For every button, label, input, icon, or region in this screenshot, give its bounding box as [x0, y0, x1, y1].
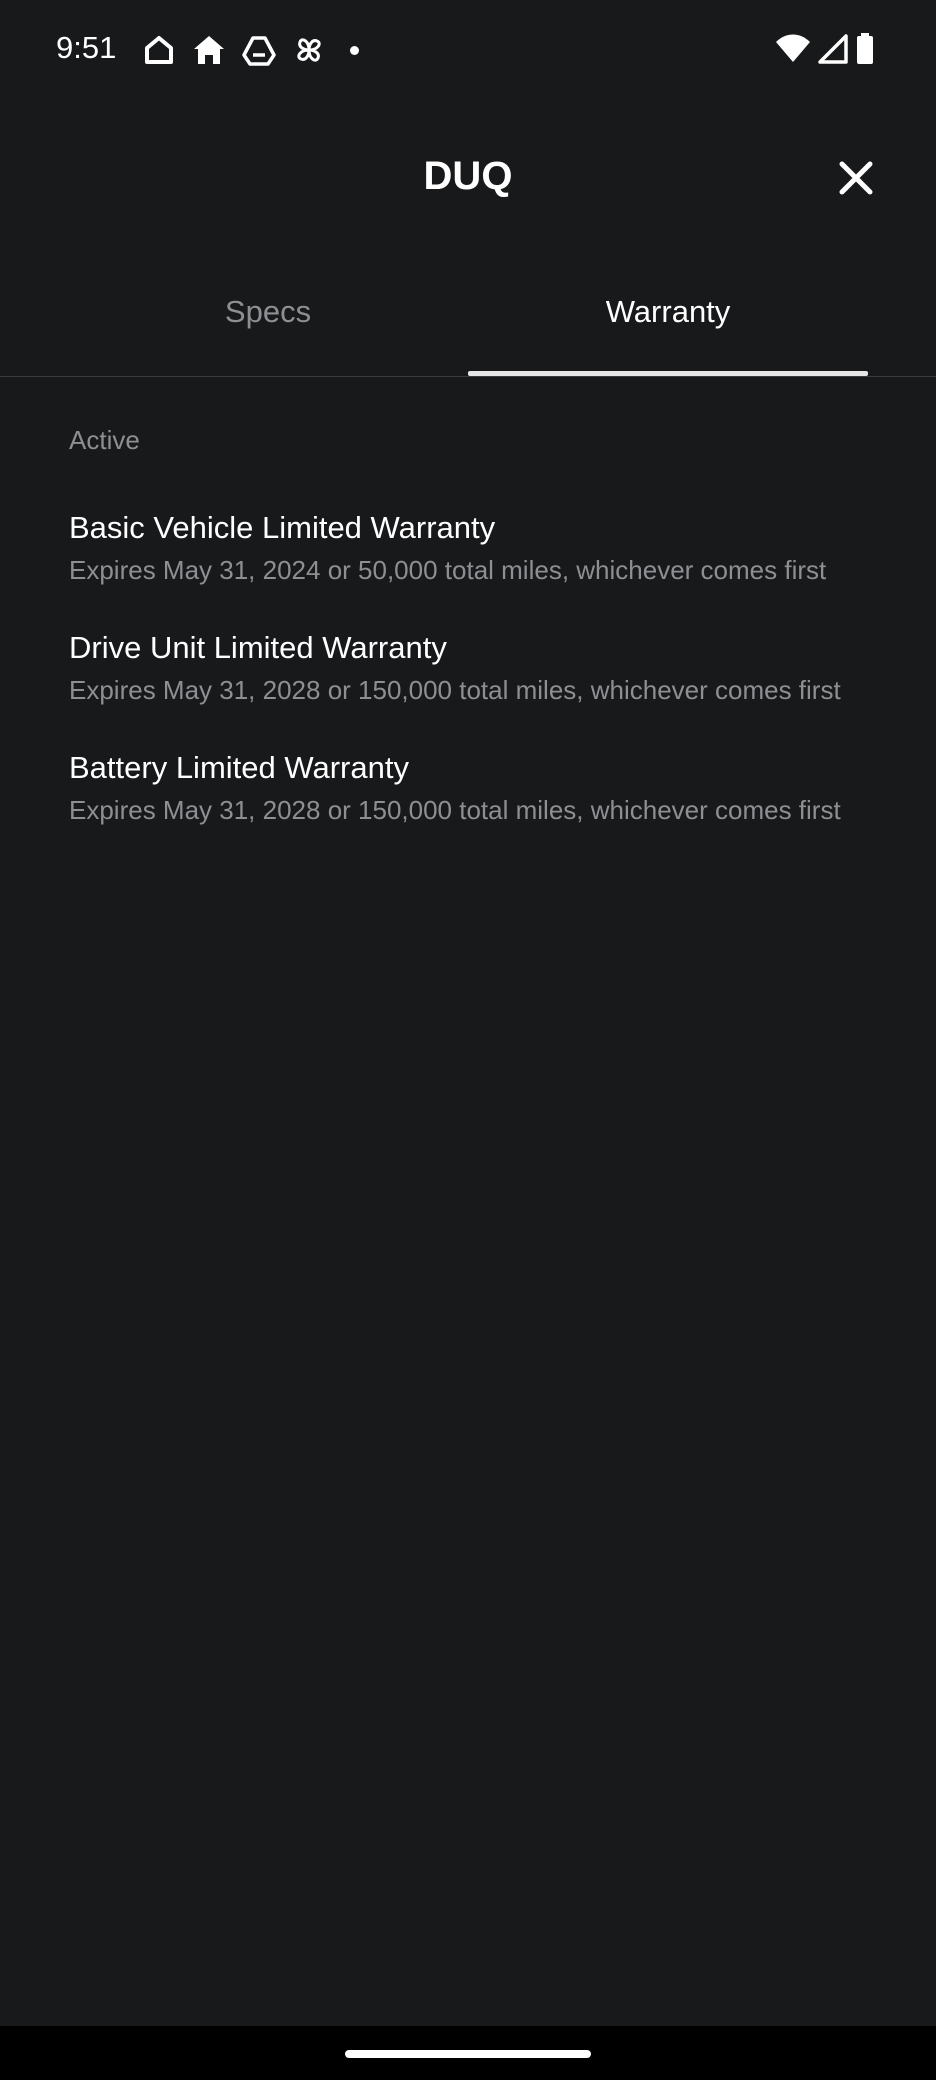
warranty-list: Active Basic Vehicle Limited Warranty Ex… — [69, 420, 869, 868]
tab-warranty-label: Warranty — [605, 294, 731, 329]
tab-warranty[interactable]: Warranty — [468, 270, 868, 376]
warranty-description: Expires May 31, 2024 or 50,000 total mil… — [69, 555, 827, 585]
cell-signal-icon — [818, 34, 848, 64]
home-indicator[interactable] — [345, 2050, 591, 2058]
drive-icon — [242, 36, 276, 66]
section-label-active: Active — [69, 425, 140, 455]
warranty-screen: 9:51 DUQ Specs Warranty Active Basic Veh… — [0, 0, 936, 2080]
warranty-item: Basic Vehicle Limited Warranty Expires M… — [69, 508, 869, 588]
close-button[interactable] — [832, 154, 880, 202]
warranty-item: Battery Limited Warranty Expires May 31,… — [69, 748, 869, 828]
status-notification-icons — [142, 33, 359, 67]
notification-dot-icon — [350, 45, 359, 55]
page-title: DUQ — [423, 154, 513, 198]
home-outline-icon — [145, 36, 173, 64]
home-filled-icon — [194, 36, 224, 64]
wifi-icon — [776, 34, 810, 62]
status-bar: 9:51 — [0, 0, 936, 100]
warranty-title: Basic Vehicle Limited Warranty — [69, 510, 496, 545]
header: DUQ — [0, 130, 936, 224]
warranty-item: Drive Unit Limited Warranty Expires May … — [69, 628, 869, 708]
status-system-icons — [768, 33, 874, 65]
close-icon — [839, 161, 873, 195]
active-tab-indicator — [468, 371, 868, 376]
warranty-description: Expires May 31, 2028 or 150,000 total mi… — [69, 795, 841, 825]
tab-specs-label: Specs — [224, 294, 312, 329]
tab-bar: Specs Warranty — [0, 270, 936, 377]
tab-specs[interactable]: Specs — [68, 270, 468, 376]
pinwheel-icon — [297, 38, 321, 62]
battery-icon — [857, 33, 873, 64]
warranty-title: Drive Unit Limited Warranty — [69, 630, 447, 665]
warranty-description: Expires May 31, 2028 or 150,000 total mi… — [69, 675, 841, 705]
status-time: 9:51 — [56, 30, 117, 65]
warranty-title: Battery Limited Warranty — [69, 750, 409, 785]
system-nav-bar — [0, 2026, 936, 2080]
